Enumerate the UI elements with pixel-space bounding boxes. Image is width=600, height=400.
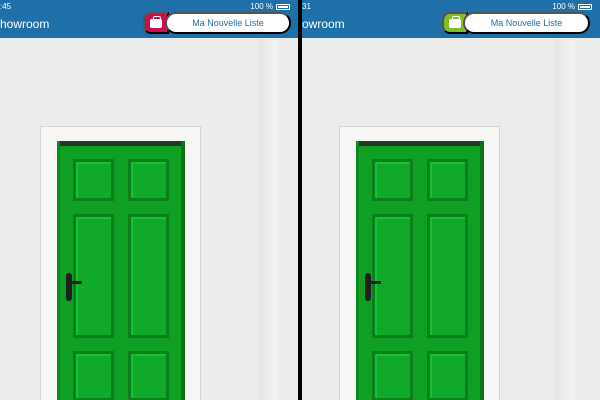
door-panel — [427, 159, 468, 201]
battery-percentage: 100 % — [250, 2, 273, 11]
door-frame — [339, 126, 500, 400]
door-top-gap — [359, 141, 480, 146]
shopping-bag-icon — [150, 15, 162, 28]
battery-icon — [578, 3, 592, 10]
door-lever — [71, 281, 82, 284]
door-lever — [370, 281, 381, 284]
door-panel — [427, 214, 468, 338]
battery-icon — [276, 3, 290, 10]
app-title: howroom — [0, 17, 50, 31]
status-time: 31 — [302, 2, 311, 11]
door-panel — [73, 159, 114, 201]
screen-left: :45 100 % howroom Ma Nouvelle Liste — [0, 0, 298, 400]
door-panel — [372, 214, 413, 338]
app-header: 31 100 % owroom Ma Nouvelle Liste — [302, 0, 600, 38]
status-bar-right: 100 % — [552, 2, 592, 11]
door-top-gap — [60, 141, 181, 146]
wall-corner — [258, 38, 278, 400]
door-panel — [128, 214, 169, 338]
door-panel — [427, 351, 468, 400]
wall-corner — [555, 38, 575, 400]
green-door — [57, 141, 185, 400]
my-new-list-button[interactable]: Ma Nouvelle Liste — [463, 12, 590, 34]
door-panel — [73, 214, 114, 338]
door-panel — [128, 351, 169, 400]
door-photo — [302, 38, 600, 400]
door-panel — [372, 351, 413, 400]
shopping-bag-icon — [449, 15, 461, 28]
door-panel — [128, 159, 169, 201]
screen-right: 31 100 % owroom Ma Nouvelle Liste — [302, 0, 600, 400]
door-panel — [372, 159, 413, 201]
battery-percentage: 100 % — [552, 2, 575, 11]
door-photo — [0, 38, 298, 400]
status-time: :45 — [0, 2, 12, 11]
door-handle — [365, 273, 371, 301]
door-panel — [73, 351, 114, 400]
my-new-list-button[interactable]: Ma Nouvelle Liste — [165, 12, 291, 34]
app-header: :45 100 % howroom Ma Nouvelle Liste — [0, 0, 298, 38]
status-bar-right: 100 % — [250, 2, 290, 11]
door-frame — [40, 126, 201, 400]
app-title: owroom — [302, 17, 345, 31]
door-handle — [66, 273, 72, 301]
green-door — [356, 141, 484, 400]
